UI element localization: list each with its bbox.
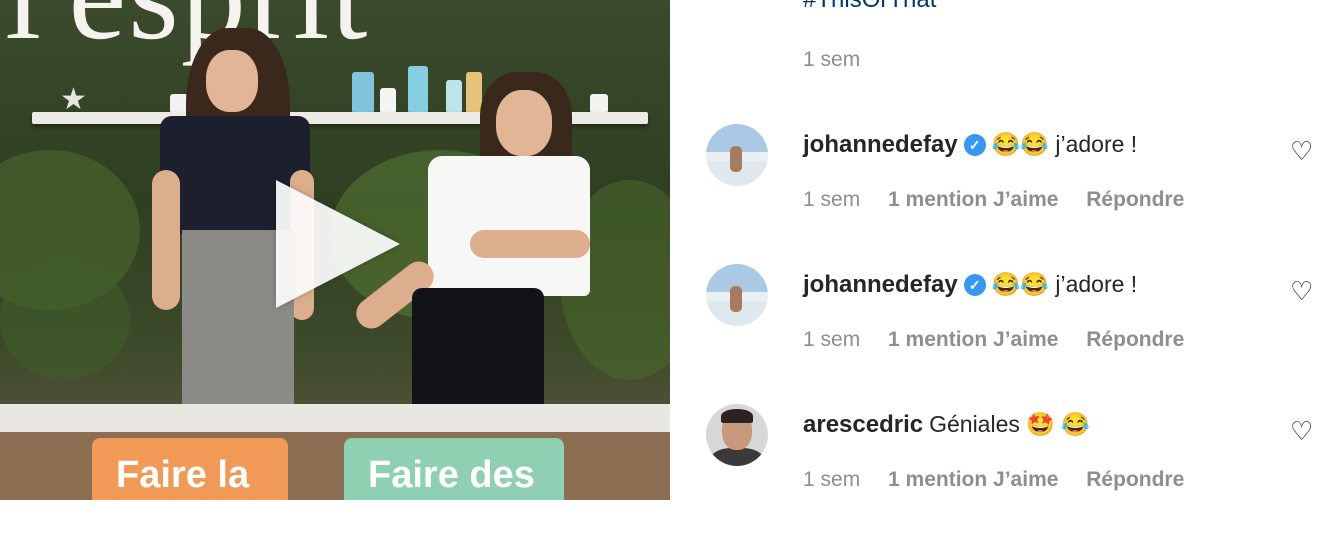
comment-item: arescedric Géniales 🤩 😂 1 sem 1 mention J… — [670, 404, 1332, 544]
verified-badge-icon: ✓ — [963, 134, 986, 156]
comment-username[interactable]: johannedefay — [803, 131, 958, 158]
comment-likes[interactable]: 1 mention J’aime — [888, 328, 1058, 351]
comment-age: 1 sem — [803, 328, 861, 351]
comment-text-line: arescedric Géniales 🤩 😂 — [803, 408, 1090, 441]
video-player[interactable]: l'esprit ★ Faire la Faire des — [0, 0, 670, 500]
comment-item: johannedefay ✓ 😂😂 j’adore ! 1 sem 1 mentio… — [670, 124, 1332, 264]
product-bottle — [446, 80, 462, 112]
comment-text-line: johannedefay ✓ 😂😂 j’adore ! — [803, 268, 1137, 301]
comment-meta: 1 sem 1 mention J’aime Répondre — [803, 188, 1206, 212]
comments-panel: #ThisOrThat 1 sem johannedefay✓😂😂 j’ador… — [670, 0, 1332, 500]
product-bottle — [352, 72, 374, 112]
heart-icon[interactable]: ♡ — [1290, 136, 1313, 167]
moss-wall — [0, 260, 130, 380]
comment-item: johannedefay ✓ 😂😂 j’adore ! 1 sem 1 mentio… — [670, 264, 1332, 404]
heart-icon[interactable]: ♡ — [1290, 416, 1313, 447]
comment-likes[interactable]: 1 mention J’aime — [888, 468, 1058, 491]
comment-text-line: johannedefay ✓ 😂😂 j’adore ! — [803, 128, 1137, 161]
comment-username[interactable]: johannedefay — [803, 271, 958, 298]
comment-age: 1 sem — [803, 468, 861, 491]
hashtag-link[interactable]: #ThisOrThat — [803, 0, 936, 14]
product-bottle — [466, 72, 482, 112]
product-bottle — [380, 88, 396, 112]
avatar[interactable] — [706, 124, 768, 186]
reply-button[interactable]: Répondre — [1086, 468, 1184, 491]
verified-badge-icon: ✓ — [963, 274, 986, 296]
avatar[interactable] — [706, 404, 768, 466]
comment-age: 1 sem — [803, 188, 861, 211]
comment-body: Géniales 🤩 😂 — [929, 411, 1090, 437]
product-bottle — [590, 94, 608, 112]
comment-body: 😂😂 j’adore ! — [991, 131, 1138, 157]
post-age: 1 sem — [803, 48, 861, 71]
comment-meta: 1 sem 1 mention J’aime Répondre — [803, 328, 1206, 352]
caption-right: Faire des — [344, 438, 564, 500]
reply-button[interactable]: Répondre — [1086, 328, 1184, 351]
avatar[interactable] — [706, 264, 768, 326]
product-bottle — [408, 66, 428, 112]
caption-left: Faire la — [92, 438, 288, 500]
comment-meta: 1 sem 1 mention J’aime Répondre — [803, 468, 1206, 492]
comment-body: 😂😂 j’adore ! — [991, 271, 1138, 297]
post-meta: 1 sem — [803, 48, 882, 72]
heart-icon[interactable]: ♡ — [1290, 276, 1313, 307]
comment-likes[interactable]: 1 mention J’aime — [888, 188, 1058, 211]
comment-username[interactable]: arescedric — [803, 411, 923, 438]
store-sign: l'esprit — [5, 0, 369, 60]
reply-button[interactable]: Répondre — [1086, 188, 1184, 211]
play-icon[interactable] — [276, 180, 400, 308]
